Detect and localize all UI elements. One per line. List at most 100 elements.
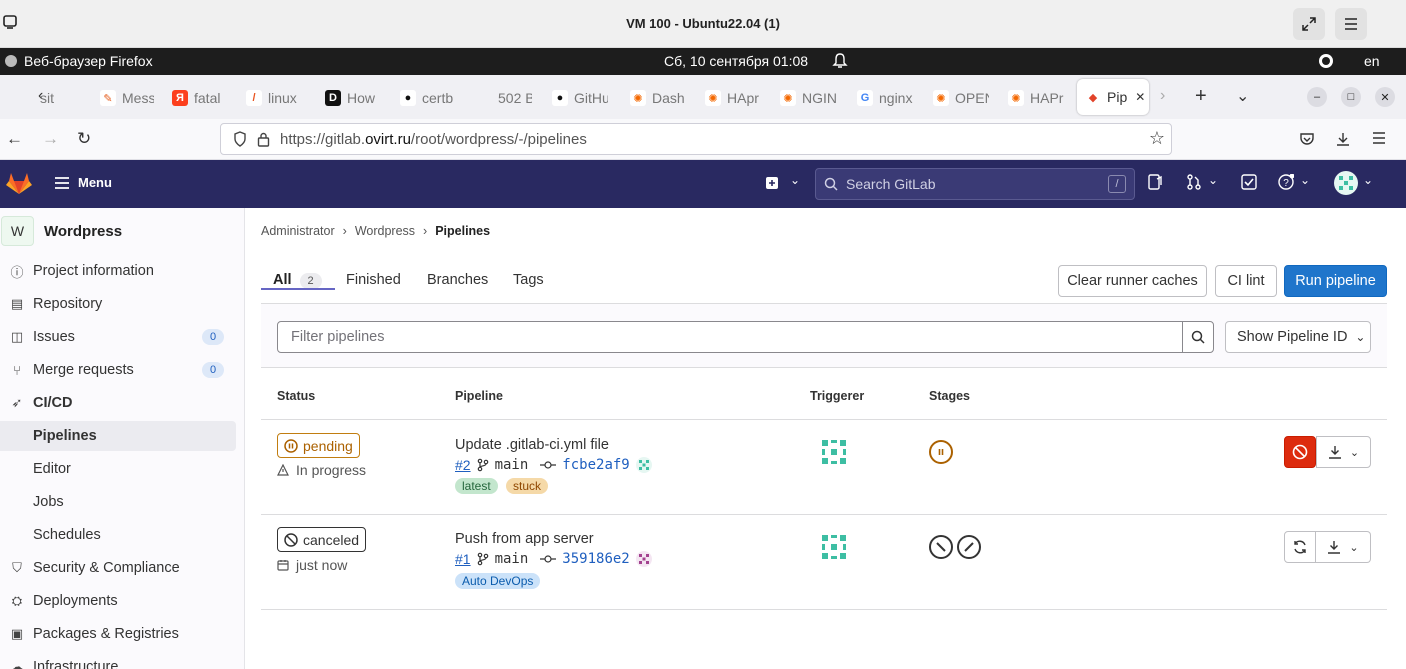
search-input[interactable]: Search GitLab / [815,168,1135,200]
todo-icon[interactable] [1241,174,1257,190]
forward-icon[interactable]: → [42,129,59,149]
status-badge-pending[interactable]: pending [277,433,360,458]
committer-avatar-icon[interactable] [635,551,652,567]
browser-tab[interactable]: ✺ NGIN [780,86,836,110]
browser-tab[interactable]: ✺ Dash [630,86,686,110]
sidebar-item-ci-cd[interactable]: ➶ CI/CD [0,388,236,418]
sidebar-item-infrastructure[interactable]: ☁ Infrastructure [0,652,236,669]
bell-icon[interactable] [832,52,848,70]
commit-sha-link[interactable]: fcbe2af9 [562,457,629,473]
status-badge-canceled[interactable]: canceled [277,527,367,552]
close-window-button[interactable]: ✕ [1375,87,1395,107]
pocket-icon[interactable] [1299,132,1315,146]
user-chevron-icon[interactable]: ⌄ [1363,173,1373,187]
triggerer-avatar[interactable] [818,531,850,563]
lock-icon[interactable] [257,132,270,147]
browser-tab[interactable]: D How [325,86,381,110]
sidebar-item-jobs[interactable]: Jobs [0,487,236,517]
cancel-pipeline-button[interactable] [1284,436,1316,468]
tab-tags[interactable]: Tags [513,272,544,288]
gitlab-logo-icon[interactable] [6,170,32,196]
filter-pipelines-input[interactable]: Filter pipelines [277,321,1183,353]
url-text[interactable]: https://gitlab.ovirt.ru/root/wordpress/-… [280,131,587,148]
tab-branches[interactable]: Branches [427,272,488,288]
app-menu-icon[interactable] [1372,132,1386,144]
browser-tab[interactable]: ✺ HAPr [1008,86,1064,110]
committer-avatar-icon[interactable] [635,457,652,473]
accessibility-icon[interactable] [1318,53,1334,69]
sidebar-item-security-compliance[interactable]: ⛉ Security & Compliance [0,553,236,583]
keyboard-language[interactable]: en [1364,53,1380,69]
vm-menu-button[interactable] [1335,8,1367,40]
clock[interactable]: Сб, 10 сентября 01:08 [664,53,808,69]
clear-runner-caches-button[interactable]: Clear runner caches [1058,265,1207,297]
ci-lint-button[interactable]: CI lint [1215,265,1277,297]
download-artifacts-dropdown[interactable]: ⌄ [1316,436,1371,468]
breadcrumb-administrator[interactable]: Administrator [261,224,335,238]
browser-tab[interactable]: ✎ Mess [100,86,154,110]
mr-chevron-icon[interactable]: ⌄ [1208,173,1218,187]
sidebar-item-issues[interactable]: ◫ Issues 0 [0,322,236,352]
bookmark-star-icon[interactable]: ☆ [1149,128,1165,149]
list-tabs-chevron-icon[interactable]: ⌄ [1236,86,1249,106]
user-avatar-icon[interactable] [1334,171,1358,195]
browser-tab[interactable]: 502 Bad [476,86,532,110]
sidebar-item-schedules[interactable]: Schedules [0,520,236,550]
close-tab-icon[interactable]: ✕ [1135,90,1145,104]
show-pipeline-id-dropdown[interactable]: Show Pipeline ID ⌄ [1225,321,1371,353]
browser-tab[interactable]: / linux [246,86,302,110]
branch-name[interactable]: main [495,551,529,567]
minimize-button[interactable]: – [1307,87,1327,107]
filter-search-button[interactable] [1182,321,1214,353]
project-header[interactable]: W Wordpress [0,216,122,246]
new-tab-icon[interactable]: + [1195,85,1207,108]
issues-header-icon[interactable] [1148,174,1162,190]
pipeline-title[interactable]: Update .gitlab-ci.yml file [455,437,609,453]
sidebar-item-deployments[interactable]: ⛭ Deployments [0,586,236,616]
browser-tab[interactable]: ● GitHu [552,86,608,110]
pipeline-id-link[interactable]: #2 [455,457,471,473]
main-menu-button[interactable]: Menu [54,175,112,190]
activities-app[interactable]: Веб-браузер Firefox [4,53,153,69]
sidebar-item-repository[interactable]: ▤ Repository [0,289,236,319]
back-icon[interactable]: ← [6,129,23,149]
browser-tab[interactable]: ✺ OPEN [933,86,989,110]
reload-icon[interactable]: ↻ [77,129,91,149]
triggerer-avatar[interactable] [818,436,850,468]
stage-canceled-icon[interactable] [957,535,981,559]
commit-sha-link[interactable]: 359186e2 [562,551,629,567]
run-pipeline-button[interactable]: Run pipeline [1284,265,1387,297]
stage-pending-icon[interactable] [929,440,953,464]
browser-tab[interactable]: sit [40,86,76,110]
fullscreen-button[interactable] [1293,8,1325,40]
sidebar-item-project-information[interactable]: ⓘ Project information [0,256,236,286]
sidebar-item-pipelines[interactable]: Pipelines [0,421,236,451]
breadcrumb-wordpress[interactable]: Wordpress [355,224,415,238]
breadcrumb-pipelines[interactable]: Pipelines [435,224,490,238]
vm-screen-icon[interactable] [2,14,18,30]
merge-requests-header-icon[interactable] [1186,174,1202,190]
stage-canceled-icon[interactable] [929,535,953,559]
browser-tab[interactable]: Яfatal [172,86,228,110]
create-chevron-icon[interactable]: ⌄ [790,173,800,187]
maximize-button[interactable]: □ [1341,87,1361,107]
sidebar-item-merge-requests[interactable]: ⑂ Merge requests 0 [0,355,236,385]
browser-tab[interactable]: ● certb [400,86,456,110]
pipeline-id-link[interactable]: #1 [455,551,471,567]
browser-tab[interactable]: ◆ Pip ✕ [1077,79,1149,115]
sidebar-item-packages-registries[interactable]: ▣ Packages & Registries [0,619,236,649]
retry-pipeline-button[interactable] [1284,531,1316,563]
help-icon[interactable]: ? [1278,174,1294,190]
help-chevron-icon[interactable]: ⌄ [1300,173,1310,187]
download-artifacts-dropdown[interactable]: ⌄ [1316,531,1371,563]
browser-tab[interactable]: ✺ HApr [705,86,761,110]
create-new-icon[interactable] [766,177,778,189]
branch-name[interactable]: main [495,457,529,473]
tab-finished[interactable]: Finished [346,272,401,288]
browser-tab[interactable]: Gnginx [857,86,913,110]
shield-tracking-icon[interactable] [233,131,247,147]
sidebar-item-editor[interactable]: Editor [0,454,236,484]
downloads-icon[interactable] [1335,131,1351,147]
tab-all[interactable]: All 2 [261,272,335,290]
pipeline-title[interactable]: Push from app server [455,531,594,547]
